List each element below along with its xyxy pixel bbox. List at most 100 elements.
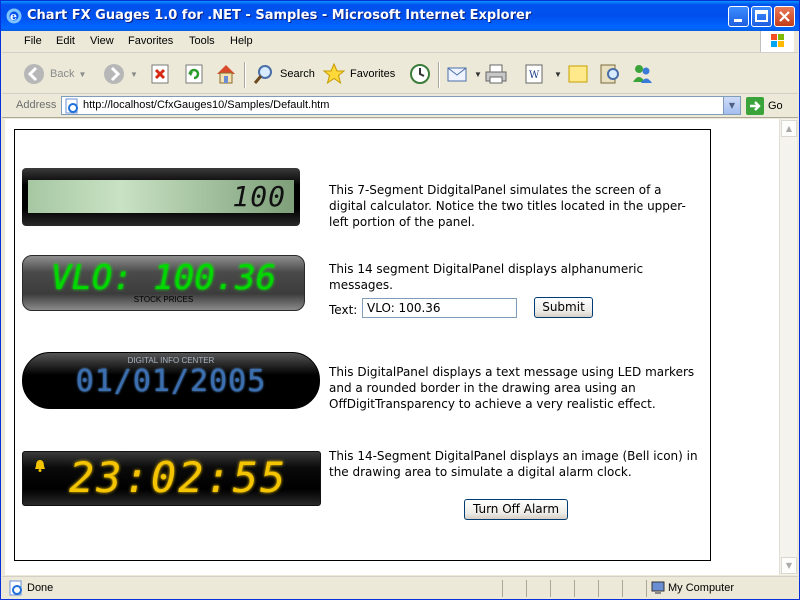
ie-logo-icon: e xyxy=(6,8,22,24)
research-button[interactable] xyxy=(598,59,622,89)
menu-view[interactable]: View xyxy=(90,35,114,47)
menu-favorites[interactable]: Favorites xyxy=(128,35,173,47)
favorites-label: Favorites xyxy=(350,68,396,80)
info-date: 01/01/2005 xyxy=(75,364,267,399)
go-button[interactable]: Go xyxy=(746,97,783,115)
browser-window: e Chart FX Guages 1.0 for .NET - Samples… xyxy=(0,0,800,600)
alarm-panel: 23:02:55 xyxy=(22,451,321,506)
go-label: Go xyxy=(768,100,783,112)
svg-text:W: W xyxy=(529,70,540,81)
edit-dropdown-icon[interactable]: ▼ xyxy=(554,70,562,79)
research-icon xyxy=(598,62,622,86)
stock-panel: VLO: 100.36 STOCK PRICES xyxy=(22,255,305,311)
stock-description: This 14 segment DigitalPanel displays al… xyxy=(329,262,644,292)
address-input[interactable]: http://localhost/CfxGauges10/Samples/Def… xyxy=(61,96,741,115)
status-bar: Done My Computer xyxy=(2,576,798,599)
stock-caption: STOCK PRICES xyxy=(133,295,194,304)
menu-bar: File Edit View Favorites Tools Help xyxy=(2,31,798,53)
close-button[interactable] xyxy=(774,6,795,27)
turn-off-alarm-button[interactable]: Turn Off Alarm xyxy=(464,499,568,520)
edit-button[interactable]: W ▼ xyxy=(522,59,562,89)
favorites-button[interactable]: Favorites xyxy=(322,59,395,89)
status-pane xyxy=(574,580,598,597)
status-text: Done xyxy=(27,582,54,594)
zone-text: My Computer xyxy=(668,582,735,594)
star-icon xyxy=(322,62,346,86)
address-dropdown-icon[interactable]: ▼ xyxy=(723,97,740,114)
stock-text-input[interactable] xyxy=(362,298,517,318)
menu-edit[interactable]: Edit xyxy=(56,35,75,47)
address-bar: Address http://localhost/CfxGauges10/Sam… xyxy=(2,94,798,118)
messenger-icon xyxy=(630,62,654,86)
stop-icon xyxy=(148,62,172,86)
word-document-icon: W xyxy=(522,62,546,86)
status-pane xyxy=(598,580,622,597)
messenger-button[interactable] xyxy=(630,59,654,89)
calculator-panel: 100 xyxy=(22,168,300,226)
back-arrow-icon xyxy=(22,62,46,86)
vertical-scrollbar[interactable]: ▲ ▼ xyxy=(779,119,797,575)
computer-icon xyxy=(651,581,665,594)
submit-button[interactable]: Submit xyxy=(534,297,593,318)
address-label: Address xyxy=(16,99,57,111)
calculator-description: This 7-Segment DidgitalPanel simulates t… xyxy=(329,183,686,229)
status-pane xyxy=(502,580,526,597)
bell-icon xyxy=(35,460,45,472)
scroll-down-icon[interactable]: ▼ xyxy=(781,557,797,574)
search-label: Search xyxy=(280,68,315,80)
alarm-time: 23:02:55 xyxy=(69,453,288,502)
svg-text:e: e xyxy=(10,10,17,23)
text-field-label: Text: xyxy=(329,303,358,317)
scroll-up-icon[interactable]: ▲ xyxy=(781,120,797,137)
status-pane xyxy=(622,580,646,597)
menu-help[interactable]: Help xyxy=(230,35,253,47)
back-label: Back xyxy=(50,68,75,80)
forward-arrow-icon xyxy=(102,62,126,86)
windows-flag-icon xyxy=(760,31,794,52)
mail-icon xyxy=(446,62,470,86)
forward-dropdown-icon[interactable]: ▼ xyxy=(130,70,138,79)
back-dropdown-icon[interactable]: ▼ xyxy=(78,70,86,79)
stock-message: VLO: 100.36 xyxy=(50,258,277,298)
back-button[interactable]: Back ▼ xyxy=(22,59,86,89)
minimize-icon xyxy=(734,19,742,22)
info-panel: DIGITAL INFO CENTER 01/01/2005 xyxy=(22,352,320,409)
page-content: 100 This 7-Segment DidgitalPanel simulat… xyxy=(5,119,779,575)
maximize-button[interactable] xyxy=(751,6,772,27)
history-icon xyxy=(408,62,432,86)
info-description: This DigitalPanel displays a text messag… xyxy=(329,365,695,411)
toolbar-separator xyxy=(438,62,440,88)
page-icon xyxy=(65,98,78,114)
stop-button[interactable] xyxy=(148,59,172,89)
calculator-digits: 100 xyxy=(232,180,286,213)
menu-tools[interactable]: Tools xyxy=(189,35,215,47)
discuss-button[interactable] xyxy=(566,59,590,89)
go-arrow-icon xyxy=(746,97,764,115)
page-done-icon xyxy=(9,580,22,596)
refresh-icon xyxy=(182,62,206,86)
note-icon xyxy=(566,62,590,86)
toolbar: Back ▼ ▼ Search Favorites ▼ W ▼ xyxy=(2,54,798,94)
window-title: Chart FX Guages 1.0 for .NET - Samples -… xyxy=(27,8,532,23)
mail-button[interactable]: ▼ xyxy=(446,59,482,89)
title-bar[interactable]: e Chart FX Guages 1.0 for .NET - Samples… xyxy=(1,1,799,31)
home-button[interactable] xyxy=(214,59,238,89)
address-url: http://localhost/CfxGauges10/Samples/Def… xyxy=(83,99,330,111)
refresh-button[interactable] xyxy=(182,59,206,89)
mail-dropdown-icon[interactable]: ▼ xyxy=(474,70,482,79)
history-button[interactable] xyxy=(408,59,432,89)
status-pane xyxy=(526,580,550,597)
minimize-button[interactable] xyxy=(728,6,749,27)
toolbar-separator xyxy=(244,62,246,88)
maximize-icon xyxy=(755,10,768,22)
forward-button[interactable]: ▼ xyxy=(102,59,138,89)
menu-file[interactable]: File xyxy=(24,35,42,47)
alarm-description: This 14-Segment DigitalPanel displays an… xyxy=(329,449,698,479)
printer-icon xyxy=(484,62,508,86)
print-button[interactable] xyxy=(484,59,508,89)
search-button[interactable]: Search xyxy=(252,59,315,89)
search-icon xyxy=(252,62,276,86)
home-icon xyxy=(214,62,238,86)
close-icon xyxy=(779,11,790,22)
samples-frame: 100 This 7-Segment DidgitalPanel simulat… xyxy=(14,129,711,561)
